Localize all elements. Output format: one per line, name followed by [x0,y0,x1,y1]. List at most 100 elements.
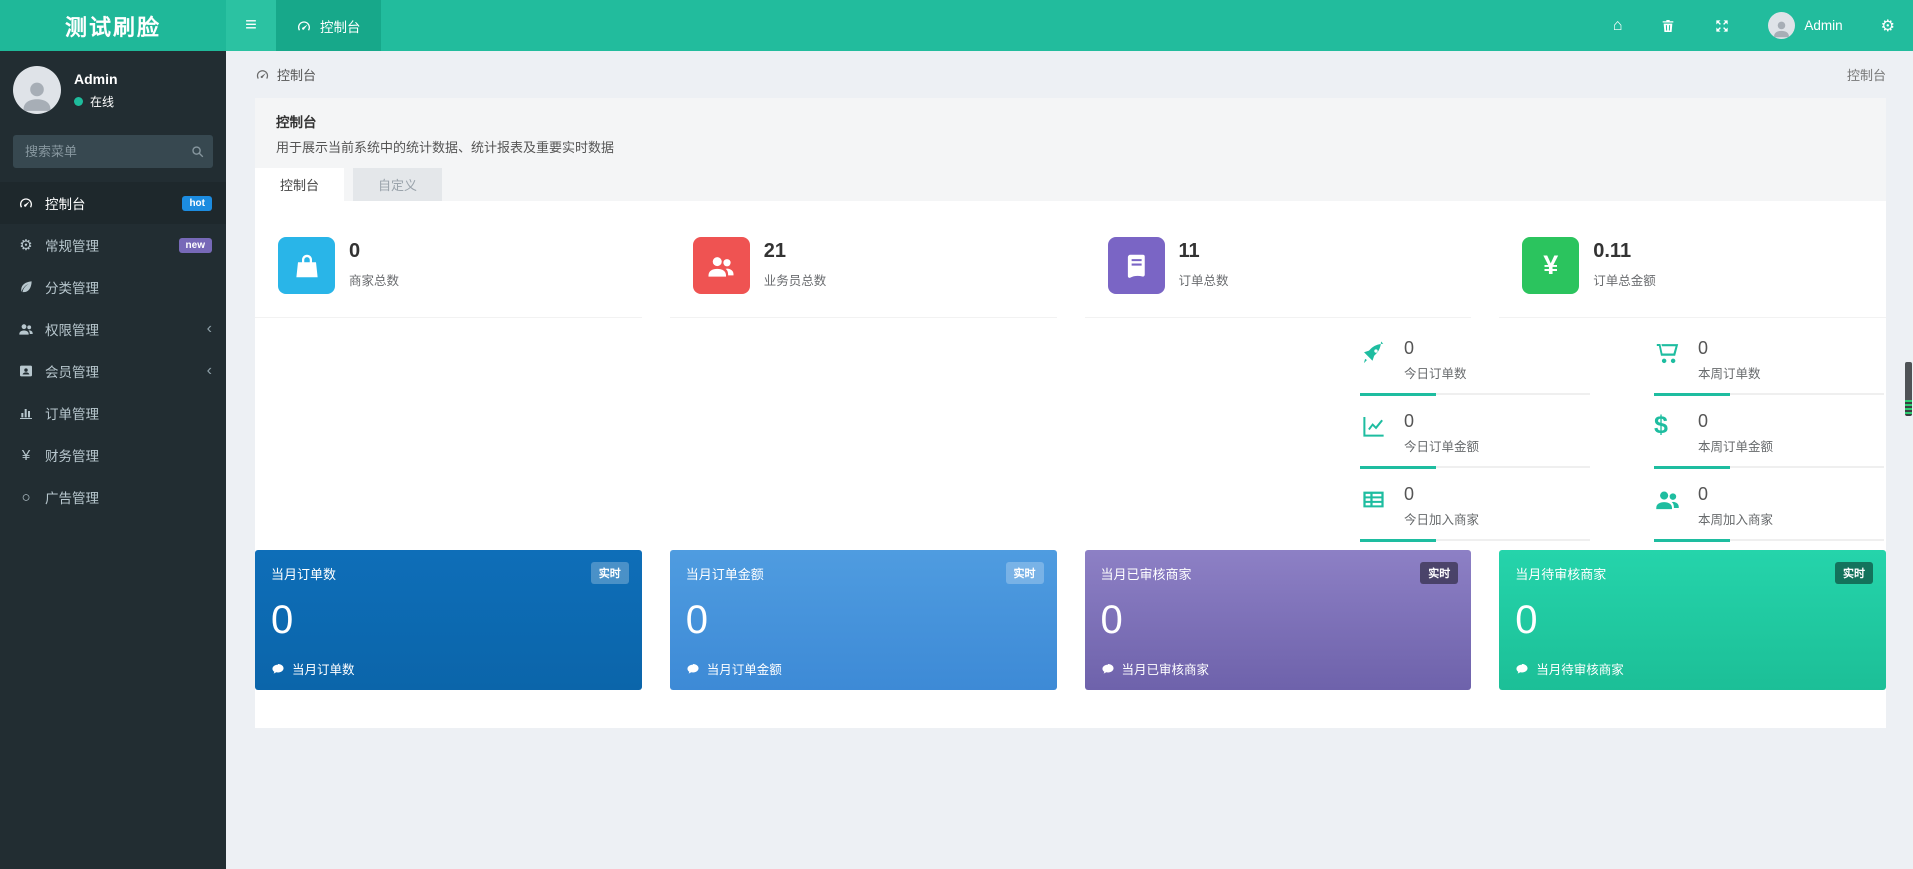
realtime-badge: 实时 [1420,562,1458,584]
chevron-left-icon: ‹ [207,363,212,379]
card-month-orders: 当月订单数 实时 0 当月订单数 [255,550,642,690]
breadcrumb-current[interactable]: 控制台 [255,65,316,84]
sidebar-item-label: 广告管理 [45,487,99,507]
users-icon [14,321,38,337]
sidebar-item-label: 常规管理 [45,235,99,255]
sidebar-item-label: 订单管理 [45,403,99,423]
stat-label: 订单总金额 [1593,270,1656,289]
comment-icon [271,662,285,676]
card-footer: 当月订单数 [271,659,355,678]
stat-value: 11 [1179,240,1229,263]
sidebar-item-finance[interactable]: ¥ 财务管理 [0,434,226,476]
yen-icon: ¥ [14,447,38,464]
search-icon[interactable] [190,144,205,159]
mini-stat-value: 0 [1698,412,1773,432]
line-chart-icon [1360,412,1398,454]
id-card-icon [14,363,38,379]
user-name: Admin [74,71,118,87]
vertical-scrollbar-thumb[interactable] [1905,362,1912,416]
scrollbar-thumb-body [1905,362,1912,400]
rocket-icon [1360,339,1398,381]
card-value: 0 [271,600,626,640]
mini-stat-week-amount: $ 0 本周订单金额 [1654,412,1884,468]
home-icon[interactable]: ⌂ [1613,17,1623,35]
sidebar-item-member[interactable]: 会员管理 ‹ [0,350,226,392]
panel-heading: 控制台 用于展示当前系统中的统计数据、统计报表及重要实时数据 [255,98,1886,168]
leaf-icon [14,279,38,295]
sidebar-item-label: 会员管理 [45,361,99,381]
fullscreen-icon[interactable] [1714,18,1730,34]
trash-icon[interactable] [1660,18,1676,34]
sidebar-item-label: 控制台 [45,193,86,213]
tab-dashboard[interactable]: 控制台 [255,168,344,201]
sidebar-item-category[interactable]: 分类管理 [0,266,226,308]
card-title: 当月订单数 [271,564,626,583]
card-value: 0 [686,600,1041,640]
bar-chart-icon [14,405,38,421]
sidebar-item-order[interactable]: 订单管理 [0,392,226,434]
breadcrumb: 控制台 控制台 [255,51,1886,98]
mini-stat-today-merchants: 0 今日加入商家 [1360,485,1590,541]
stat-salesman-total: 21 业务员总数 [670,237,1057,318]
mini-stat-value: 0 [1404,339,1467,359]
nav-tab-dashboard[interactable]: 控制台 [276,0,381,51]
mini-stat-value: 0 [1698,339,1761,359]
sidebar-item-general[interactable]: ⚙ 常规管理 new [0,224,226,266]
users-icon [1654,485,1692,527]
top-navbar: 测试刷脸 ≡ 控制台 ⌂ Admin ⚙ [0,0,1913,51]
sidebar-item-label: 权限管理 [45,319,99,339]
nav-tab-label: 控制台 [320,16,361,36]
mini-stat-label: 今日订单数 [1404,363,1467,382]
sidebar-item-auth[interactable]: 权限管理 ‹ [0,308,226,350]
comment-icon [1101,662,1115,676]
sidebar-item-dashboard[interactable]: 控制台 hot [0,182,226,224]
page-title: 控制台 [276,111,1865,131]
card-title: 当月已审核商家 [1101,564,1456,583]
breadcrumb-trail: 控制台 [1847,65,1886,84]
card-footer: 当月订单金额 [686,659,782,678]
sidebar-item-label: 财务管理 [45,445,99,465]
cogs-icon[interactable]: ⚙ [1881,16,1895,36]
card-footer-label: 当月已审核商家 [1122,659,1210,678]
stat-value: 21 [764,240,827,263]
mini-stat-week-orders: 0 本周订单数 [1654,339,1884,395]
card-footer: 当月已审核商家 [1101,659,1210,678]
chevron-left-icon: ‹ [207,321,212,337]
avatar [13,66,61,114]
users-icon [693,237,750,294]
search-input[interactable] [13,135,213,168]
realtime-badge: 实时 [1835,562,1873,584]
panel-tabs: 控制台 自定义 [255,168,1886,201]
hamburger-icon: ≡ [245,14,257,37]
card-footer-label: 当月待审核商家 [1536,659,1624,678]
card-title: 当月待审核商家 [1515,564,1870,583]
online-dot-icon [74,97,83,106]
mini-stat-label: 今日加入商家 [1404,509,1479,528]
card-footer-label: 当月订单金额 [707,659,782,678]
user-menu[interactable]: Admin [1768,12,1842,39]
page-description: 用于展示当前系统中的统计数据、统计报表及重要实时数据 [276,137,1865,156]
stat-merchant-total: 0 商家总数 [255,237,642,318]
card-value: 0 [1515,600,1870,640]
comment-icon [1515,662,1529,676]
sidebar-toggle-button[interactable]: ≡ [226,0,276,51]
mini-stat-label: 本周加入商家 [1698,509,1773,528]
stat-label: 业务员总数 [764,270,827,289]
summary-cards: 当月订单数 实时 0 当月订单数 当月订单金额 实时 0 当月订单金额 [255,550,1886,690]
dashboard-icon [296,18,312,34]
card-footer-label: 当月订单数 [292,659,355,678]
tab-custom[interactable]: 自定义 [353,168,442,201]
circle-icon: ○ [14,489,38,506]
mini-stats-grid: 0 今日订单数 0 本周订单数 0 [1360,339,1913,541]
yen-icon: ¥ [1522,237,1579,294]
cogs-icon: ⚙ [14,236,38,254]
dashboard-icon [14,195,38,211]
mini-stat-today-orders: 0 今日订单数 [1360,339,1590,395]
sidebar: Admin 在线 控制台 hot ⚙ 常规管理 new 分类管理 权限管理 [0,51,226,869]
sidebar-item-ad[interactable]: ○ 广告管理 [0,476,226,518]
app-logo: 测试刷脸 [0,0,226,51]
user-status: 在线 [74,93,118,110]
mini-stat-week-merchants: 0 本周加入商家 [1654,485,1884,541]
dashboard-panel: 控制台 用于展示当前系统中的统计数据、统计报表及重要实时数据 控制台 自定义 0… [255,98,1886,728]
sidebar-search [13,135,213,168]
